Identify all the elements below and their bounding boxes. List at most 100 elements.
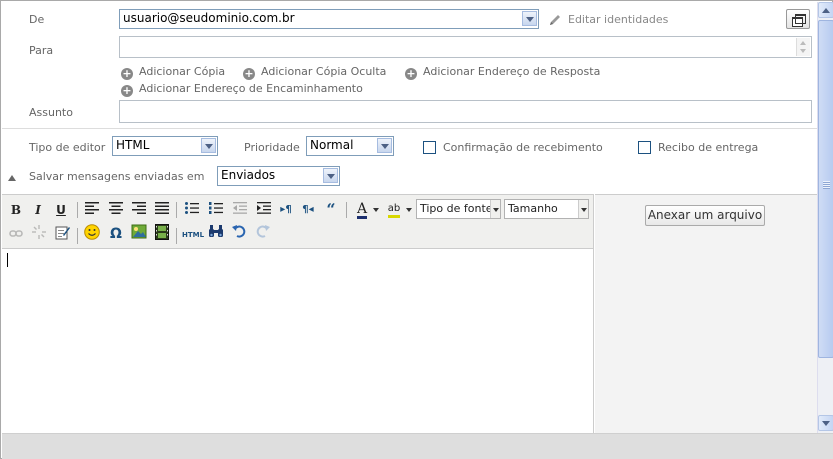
add-forward-to-link[interactable]: + Adicionar Endereço de Encaminhamento [121, 82, 363, 97]
save-sent-folder-select[interactable]: Enviados [217, 166, 340, 186]
edit-identities-link[interactable]: Editar identidades [568, 13, 668, 26]
plus-icon: + [121, 84, 133, 97]
link-icon [9, 230, 23, 237]
add-reply-to-link[interactable]: + Adicionar Endereço de Resposta [405, 65, 600, 80]
message-body-input[interactable] [2, 250, 593, 434]
collapse-header-icon[interactable] [8, 175, 16, 181]
add-cc-label: Adicionar Cópia [139, 65, 226, 78]
insert-image-button[interactable] [129, 224, 149, 244]
to-input-scroller[interactable] [796, 38, 810, 56]
font-family-value: Tipo de fonte [420, 202, 493, 215]
align-justify-button[interactable] [152, 200, 172, 220]
highlight-color-button[interactable]: ab [384, 199, 404, 219]
film-icon [155, 224, 169, 240]
html-source-button[interactable]: HTML [181, 225, 205, 245]
to-input[interactable] [119, 36, 812, 58]
ltr-icon: ▸¶ [280, 204, 292, 215]
unlink-icon [32, 225, 46, 239]
font-family-select[interactable]: Tipo de fonte [416, 199, 501, 219]
chevron-down-icon [800, 49, 806, 53]
underline-button[interactable]: U [51, 200, 71, 220]
scroll-down-button[interactable] [818, 415, 833, 431]
message-editor: B I U ▸¶ ¶◂ “ A ab Tipo de fonte Tamanho… [2, 194, 594, 434]
add-cc-link[interactable]: + Adicionar Cópia [121, 65, 225, 80]
font-color-dropdown-icon[interactable] [373, 208, 379, 212]
plus-icon: + [243, 67, 255, 80]
align-center-icon [109, 202, 123, 214]
align-left-icon [85, 202, 99, 214]
editor-toolbar: B I U ▸¶ ¶◂ “ A ab Tipo de fonte Tamanho… [2, 195, 593, 249]
chevron-down-icon [201, 138, 216, 153]
edit-source-button[interactable] [52, 225, 72, 245]
highlight-dropdown-icon[interactable] [406, 208, 412, 212]
rtl-icon: ¶◂ [302, 204, 314, 215]
omega-icon: Ω [110, 226, 122, 242]
image-icon [131, 224, 147, 239]
toolbar-separator [346, 202, 347, 218]
insert-media-button[interactable] [152, 224, 172, 244]
pencil-icon[interactable] [548, 13, 562, 27]
subject-input[interactable] [119, 100, 812, 123]
highlight-icon: ab [387, 202, 401, 218]
html-icon: HTML [181, 231, 205, 239]
plus-icon: + [405, 67, 417, 80]
font-color-icon: A [356, 201, 368, 219]
to-label: Para [29, 44, 54, 57]
toolbar-separator [176, 228, 177, 244]
undo-icon [232, 225, 246, 238]
read-receipt-checkbox[interactable] [423, 141, 436, 154]
emoticon-button[interactable] [82, 224, 102, 244]
subject-label: Assunto [29, 106, 73, 119]
align-right-button[interactable] [129, 200, 149, 220]
chevron-down-icon [522, 11, 537, 26]
font-size-value: Tamanho [508, 202, 558, 215]
bold-button[interactable]: B [6, 200, 26, 220]
add-bcc-link[interactable]: + Adicionar Cópia Oculta [243, 65, 386, 80]
chevron-up-icon [800, 41, 806, 45]
numbered-list-button[interactable] [206, 200, 226, 220]
chevron-down-icon [377, 138, 392, 153]
editor-type-label: Tipo de editor [29, 141, 106, 154]
scroll-up-button[interactable] [818, 2, 833, 18]
scrollbar-thumb[interactable] [818, 20, 833, 358]
bulleted-list-button[interactable] [182, 200, 202, 220]
chevron-down-icon [578, 200, 588, 218]
editor-type-select[interactable]: HTML [112, 136, 218, 156]
blockquote-button[interactable]: “ [321, 200, 341, 220]
redo-button[interactable] [253, 224, 273, 244]
from-label: De [29, 13, 45, 26]
italic-button[interactable]: I [28, 200, 48, 220]
add-bcc-label: Adicionar Cópia Oculta [261, 65, 387, 78]
align-justify-icon [155, 202, 169, 214]
align-center-button[interactable] [106, 200, 126, 220]
from-select[interactable]: usuario@seudominio.com.br [119, 9, 539, 29]
priority-select[interactable]: Normal [306, 136, 394, 156]
special-char-button[interactable]: Ω [106, 224, 126, 244]
link-button[interactable] [6, 225, 26, 245]
outdent-button[interactable] [230, 200, 250, 220]
font-color-button[interactable]: A [352, 199, 372, 219]
undo-button[interactable] [229, 224, 249, 244]
rtl-button[interactable]: ¶◂ [298, 200, 318, 220]
ltr-button[interactable]: ▸¶ [276, 200, 296, 220]
font-size-select[interactable]: Tamanho [504, 199, 589, 219]
find-replace-button[interactable] [206, 224, 226, 244]
restore-window-button[interactable] [786, 9, 810, 29]
indent-button[interactable] [254, 200, 274, 220]
vertical-scrollbar[interactable] [817, 2, 833, 433]
binoculars-icon [209, 225, 223, 237]
attach-file-button[interactable]: Anexar um arquivo [645, 205, 765, 226]
read-receipt-label: Confirmação de recebimento [443, 141, 603, 154]
priority-value: Normal [310, 138, 354, 152]
redo-icon [256, 225, 270, 238]
text-cursor [7, 253, 8, 267]
delivery-receipt-checkbox[interactable] [638, 141, 651, 154]
unlink-button[interactable] [29, 225, 49, 245]
priority-label: Prioridade [244, 141, 300, 154]
editor-type-value: HTML [116, 138, 150, 152]
align-left-button[interactable] [82, 200, 102, 220]
header-divider [2, 128, 817, 129]
toolbar-separator [176, 202, 177, 218]
save-sent-folder-value: Enviados [221, 168, 276, 182]
smiley-icon [84, 224, 100, 240]
